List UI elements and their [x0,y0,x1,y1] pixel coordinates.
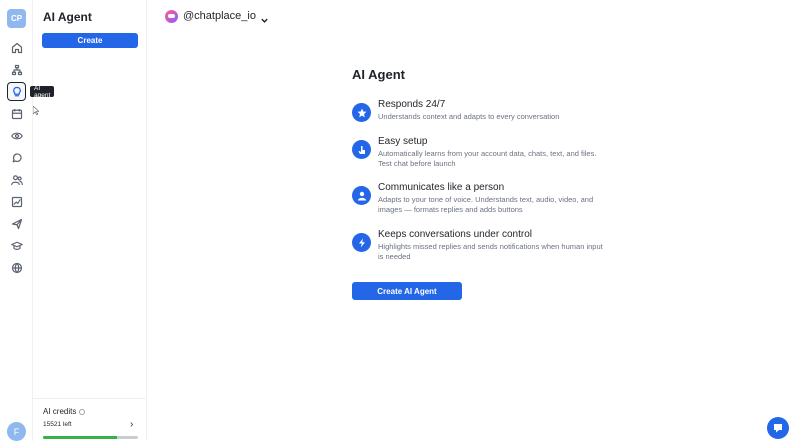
hand-pointer-icon [352,140,371,159]
create-button[interactable]: Create [42,33,138,48]
send-icon[interactable] [7,214,26,233]
feature-title: Easy setup [378,136,428,147]
home-icon[interactable] [7,38,26,57]
person-icon [352,186,371,205]
org-chart-icon[interactable] [7,60,26,79]
account-selector[interactable]: @chatplace_io [165,8,269,24]
icon-rail: CP AI agent F [0,0,55,441]
feature-description: Understands context and adapts to every … [378,112,560,121]
credits-progress-fill [43,436,118,439]
info-icon[interactable] [79,408,86,415]
feature-description: Adapts to your tone of voice. Understand… [378,195,594,214]
feature-description: Highlights missed replies and sends noti… [378,242,603,261]
chevron-down-icon [260,12,269,23]
feature-description: Automatically learns from your account d… [378,149,597,168]
lightning-icon [352,233,371,252]
create-ai-agent-button[interactable]: Create AI Agent [352,282,462,300]
chat-bubble-icon [774,424,782,433]
feature-title: Communicates like a person [378,182,505,193]
ai-credits-section[interactable]: AI credits 15521 left › [33,398,147,441]
star-icon [352,103,371,122]
lightbulb-icon[interactable] [7,82,26,101]
agent-panel: AI Agent Create AI credits 15521 left › [33,0,147,441]
calendar-icon[interactable] [7,104,26,123]
account-name: @chatplace_io [183,10,256,22]
page-title: AI Agent [352,67,405,82]
globe-icon[interactable] [7,258,26,277]
panel-title: AI Agent [43,10,92,24]
feature-title: Responds 24/7 [378,99,446,110]
user-avatar[interactable]: F [7,422,26,441]
ai-credits-label: AI credits [43,407,86,416]
workspace-avatar[interactable]: CP [7,9,26,28]
analytics-icon[interactable] [7,192,26,211]
support-chat-button[interactable] [767,417,789,439]
feature-title: Keeps conversations under control [378,229,532,240]
users-icon[interactable] [7,170,26,189]
eye-icon[interactable] [7,126,26,145]
chevron-right-icon[interactable]: › [130,420,133,430]
credits-remaining: 15521 left [43,421,72,428]
chatplace-logo-icon [165,9,178,23]
chat-icon[interactable] [7,148,26,167]
credits-progress-bar [43,436,138,439]
graduation-icon[interactable] [7,236,26,255]
